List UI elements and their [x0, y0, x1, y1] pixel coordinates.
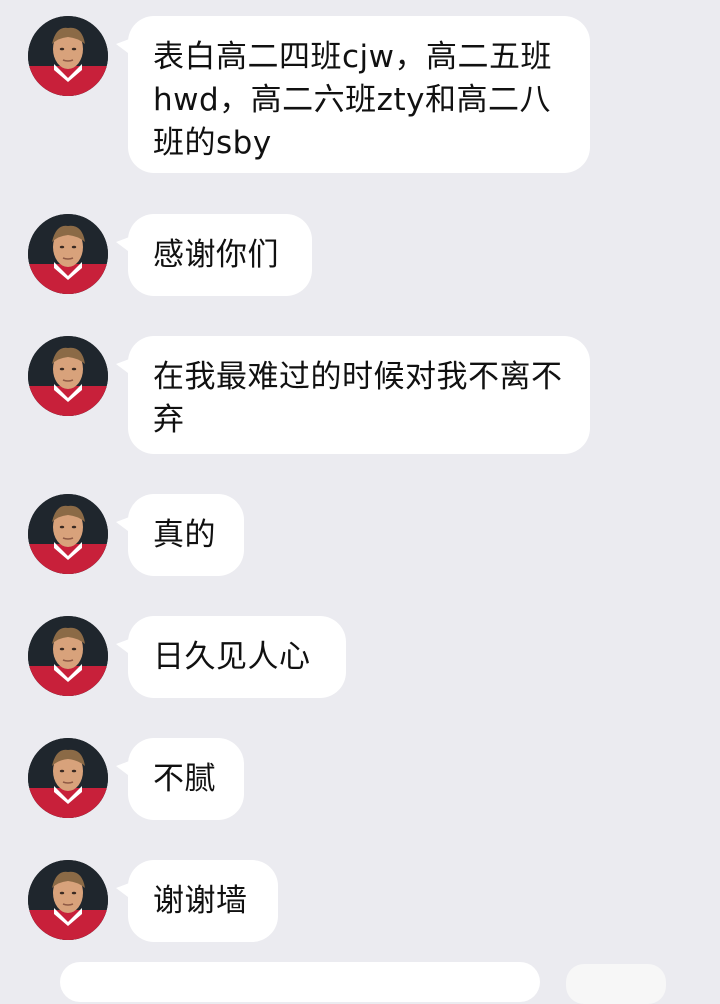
message-row: 谢谢墙	[0, 860, 720, 942]
avatar[interactable]	[28, 16, 108, 96]
message-row: 真的	[0, 494, 720, 576]
message-text: 感谢你们	[153, 237, 279, 273]
avatar[interactable]	[28, 336, 108, 416]
message-text: 不腻	[153, 761, 216, 797]
message-bubble[interactable]: 在我最难过的时候对我不离不弃	[116, 336, 590, 454]
message-row: 感谢你们	[0, 214, 720, 296]
chat-thread: 表白高二四班cjw，高二五班hwd，高二六班zty和高二八班的sby 感谢你们	[0, 0, 720, 1004]
user-avatar-icon	[28, 214, 108, 294]
message-bubble[interactable]: 日久见人心	[116, 616, 346, 698]
message-bubble[interactable]: 表白高二四班cjw，高二五班hwd，高二六班zty和高二八班的sby	[116, 16, 590, 173]
message-bubble-partial[interactable]	[60, 962, 540, 1002]
message-text: 谢谢墙	[153, 883, 248, 919]
message-text: 在我最难过的时候对我不离不弃	[153, 359, 563, 438]
user-avatar-icon	[28, 16, 108, 96]
avatar[interactable]	[28, 616, 108, 696]
message-row: 日久见人心	[0, 616, 720, 698]
user-avatar-icon	[28, 336, 108, 416]
message-text: 表白高二四班cjw，高二五班hwd，高二六班zty和高二八班的sby	[153, 39, 553, 161]
message-text: 真的	[153, 517, 216, 553]
message-bubble[interactable]: 不腻	[116, 738, 244, 820]
message-row: 表白高二四班cjw，高二五班hwd，高二六班zty和高二八班的sby	[0, 16, 720, 176]
message-text: 日久见人心	[153, 639, 311, 675]
user-avatar-icon	[28, 738, 108, 818]
user-avatar-icon	[28, 616, 108, 696]
user-avatar-icon	[28, 860, 108, 940]
avatar[interactable]	[28, 738, 108, 818]
message-bubble-partial[interactable]	[566, 964, 666, 1004]
message-bubble[interactable]: 真的	[116, 494, 244, 576]
message-row: 在我最难过的时候对我不离不弃	[0, 336, 720, 454]
message-bubble[interactable]: 感谢你们	[116, 214, 312, 296]
message-row: 不腻	[0, 738, 720, 820]
avatar[interactable]	[28, 860, 108, 940]
avatar[interactable]	[28, 494, 108, 574]
avatar[interactable]	[28, 214, 108, 294]
user-avatar-icon	[28, 494, 108, 574]
message-bubble[interactable]: 谢谢墙	[116, 860, 278, 942]
